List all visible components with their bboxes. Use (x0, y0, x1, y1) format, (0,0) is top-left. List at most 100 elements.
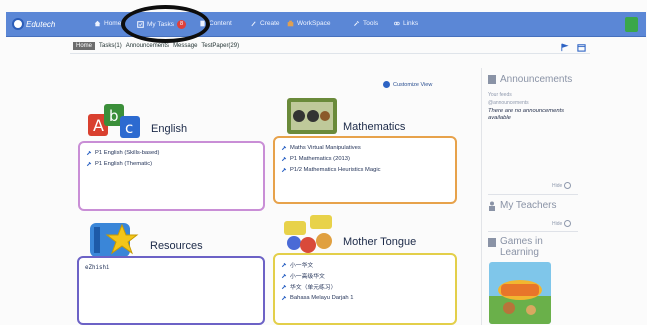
collapse-icon (564, 220, 572, 227)
list-item-label: eZhishi (85, 264, 110, 271)
list-item-label: P1 English (Skills-based) (95, 149, 160, 156)
list-item[interactable]: P1 Mathematics (2013) (281, 153, 449, 164)
mother-tongue-card: 小一华文 小一高级华文 华文（单元练习） Bahasa Melayu Darja… (273, 253, 457, 325)
tool-icon (86, 161, 92, 166)
list-item[interactable]: Bahasa Melayu Darjah 1 (281, 292, 449, 303)
nav-home-label: Home (104, 20, 122, 27)
resources-card: eZhishi (77, 256, 265, 325)
my-teachers-title: My Teachers (500, 200, 557, 211)
hide-teachers-button[interactable]: Hide (552, 220, 572, 227)
nav-tools[interactable]: Tools (353, 20, 378, 27)
games-heading: Games in Learning (488, 236, 560, 258)
announcements-channel-label[interactable]: @announcements (488, 100, 529, 106)
customize-view-label: Customize View (393, 81, 433, 88)
tools-icon (354, 21, 359, 26)
user-avatar[interactable] (625, 17, 638, 32)
customize-view-button[interactable]: Customize View (383, 81, 432, 88)
tool-icon (281, 273, 287, 278)
person-icon (489, 201, 495, 211)
game-thumbnail[interactable] (489, 262, 551, 324)
tab-testpaper[interactable]: TestPaper(29) (201, 43, 239, 49)
subject-title-mathematics: Mathematics (343, 121, 406, 133)
tool-icon (281, 295, 287, 300)
announcements-empty-text: There are no announcements available (488, 108, 565, 121)
divider (488, 194, 578, 195)
nav-home[interactable]: Home (94, 20, 121, 27)
list-item-label: 小一华文 (290, 263, 314, 269)
home-icon (94, 20, 101, 27)
announcements-heading: Announcements (488, 74, 572, 85)
sub-tabs: Home Tasks(1) Announcements Message Test… (73, 42, 239, 50)
resources-star-icon (90, 223, 139, 257)
list-item-label: 华文（单元练习） (290, 285, 337, 291)
nav-links-label: Links (403, 20, 419, 27)
svg-text:c: c (125, 119, 133, 137)
nav-links[interactable]: Links (393, 20, 418, 27)
subject-title-resources: Resources (150, 240, 203, 252)
workspace-icon (287, 20, 294, 27)
mathematics-abacus-icon (287, 98, 337, 134)
nav-content-label: Content (209, 20, 232, 27)
list-item-label: P1/2 Mathematics Heuristics Magic (290, 166, 381, 173)
list-item[interactable]: P1/2 Mathematics Heuristics Magic (281, 164, 449, 175)
svg-text:A: A (93, 116, 104, 135)
logo-text: Edutech (26, 19, 56, 29)
list-item[interactable]: 小一高级华文 (281, 270, 449, 281)
hide-label: Hide (552, 182, 563, 189)
right-sidebar: Announcements Your feeds @announcements … (481, 68, 583, 325)
top-nav-bar: Edutech Home My Tasks 8 Content Create W… (6, 12, 646, 37)
tool-icon (86, 150, 92, 155)
highlight-circle-annotation (121, 5, 210, 43)
links-icon (394, 21, 400, 26)
app-logo[interactable]: Edutech (12, 17, 55, 31)
pencil-icon (251, 21, 256, 27)
subject-title-english: English (151, 123, 188, 135)
subject-title-mother-tongue: Mother Tongue (343, 236, 417, 248)
list-item-label: P1 English (Thematic) (95, 160, 153, 167)
tab-tasks[interactable]: Tasks(1) (99, 43, 122, 49)
subtab-actions (560, 43, 586, 52)
tool-icon (281, 167, 287, 172)
nav-workspace-label: WorkSpace (297, 20, 331, 27)
logo-icon (12, 18, 24, 30)
nav-tools-label: Tools (363, 20, 379, 27)
my-teachers-heading: My Teachers (488, 200, 557, 211)
tool-icon (281, 156, 287, 161)
nav-create[interactable]: Create (250, 20, 280, 27)
list-item-label: Bahasa Melayu Darjah 1 (290, 294, 354, 301)
divider (488, 231, 578, 232)
tool-icon (281, 262, 287, 267)
tab-home[interactable]: Home (73, 42, 96, 50)
list-item-label: Maths Virtual Manipulatives (290, 144, 361, 151)
games-title: Games in Learning (500, 236, 543, 258)
collapse-icon (564, 182, 572, 189)
customize-icon (383, 81, 390, 88)
hide-label: Hide (552, 220, 563, 227)
mathematics-card: Maths Virtual Manipulatives P1 Mathemati… (273, 136, 457, 204)
list-item-label: 小一高级华文 (290, 274, 325, 280)
list-item[interactable]: 华文（单元练习） (281, 281, 449, 292)
announcement-icon (488, 75, 496, 84)
list-item[interactable]: Maths Virtual Manipulatives (281, 142, 449, 153)
tab-announcements[interactable]: Announcements (126, 43, 169, 49)
announcements-title: Announcements (500, 74, 573, 85)
nav-workspace[interactable]: WorkSpace (287, 20, 330, 27)
tool-icon (281, 284, 287, 289)
english-card: P1 English (Skills-based) P1 English (Th… (78, 141, 265, 211)
tab-message[interactable]: Message (173, 43, 197, 49)
nav-create-label: Create (260, 20, 280, 27)
list-item[interactable]: P1 English (Thematic) (86, 158, 257, 169)
english-abc-blocks-icon: A b c (88, 104, 140, 138)
calendar-icon[interactable] (577, 43, 586, 52)
announcements-feed-label: Your feeds (488, 92, 512, 98)
list-item[interactable]: eZhishi (85, 262, 257, 273)
svg-text:b: b (109, 107, 119, 125)
game-icon (488, 238, 496, 247)
divider (70, 53, 590, 54)
list-item[interactable]: 小一华文 (281, 259, 449, 270)
list-item[interactable]: P1 English (Skills-based) (86, 147, 257, 158)
tool-icon (281, 145, 287, 150)
hide-announcements-button[interactable]: Hide (552, 182, 572, 189)
flag-icon[interactable] (560, 43, 569, 52)
list-item-label: P1 Mathematics (2013) (290, 155, 350, 162)
